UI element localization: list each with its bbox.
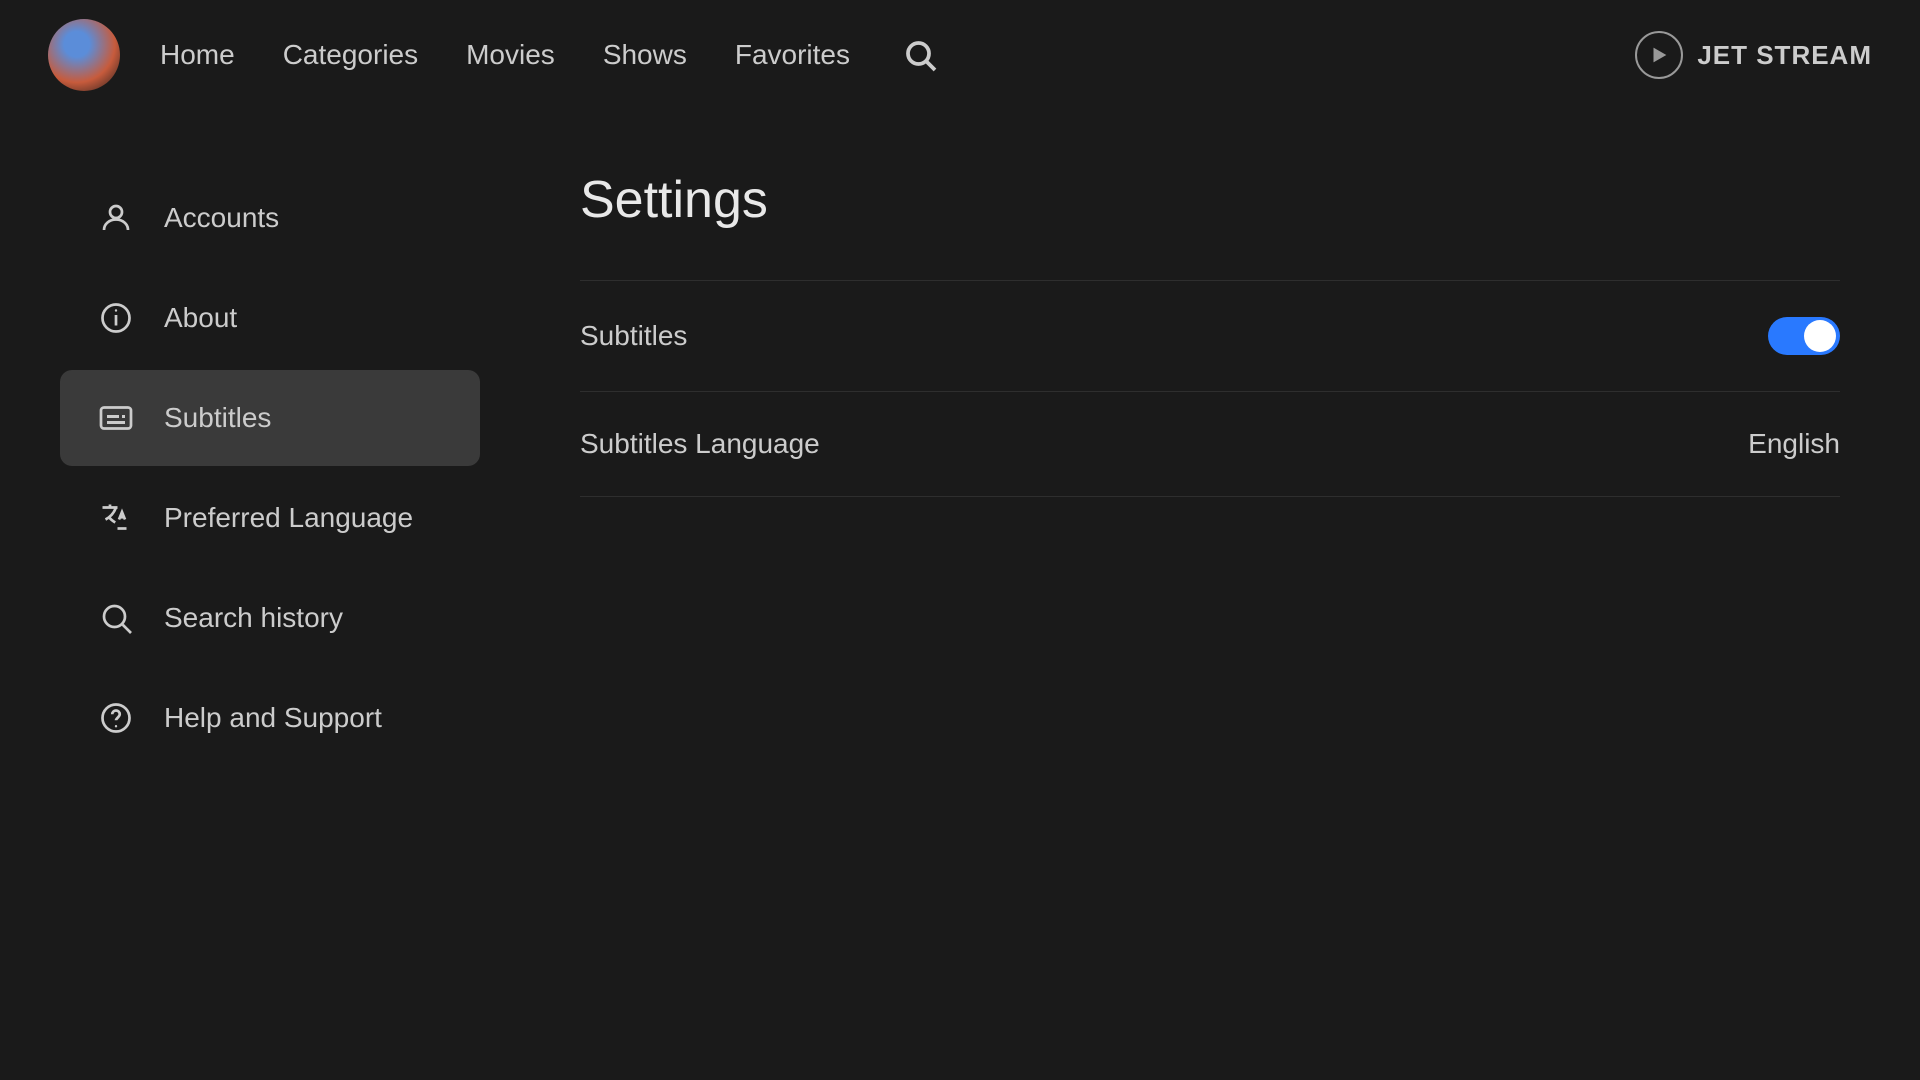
nav-shows[interactable]: Shows	[603, 39, 687, 71]
settings-panel: Settings Subtitles Subtitles Language En…	[520, 110, 1920, 1080]
avatar[interactable]	[48, 19, 120, 91]
top-navigation: Home Categories Movies Shows Favorites J…	[0, 0, 1920, 110]
brand-name: JET STREAM	[1697, 40, 1872, 71]
sidebar-item-search-history[interactable]: Search history	[60, 570, 480, 666]
sidebar-accounts-label: Accounts	[164, 202, 279, 234]
sidebar-help-support-label: Help and Support	[164, 702, 382, 734]
subtitles-language-label: Subtitles Language	[580, 428, 820, 460]
nav-favorites[interactable]: Favorites	[735, 39, 850, 71]
sidebar-about-label: About	[164, 302, 237, 334]
nav-categories[interactable]: Categories	[283, 39, 418, 71]
sidebar-preferred-language-label: Preferred Language	[164, 502, 413, 534]
play-icon	[1648, 44, 1670, 66]
subtitles-label: Subtitles	[580, 320, 687, 352]
translate-icon	[96, 498, 136, 538]
nav-movies[interactable]: Movies	[466, 39, 555, 71]
subtitles-language-value: English	[1748, 428, 1840, 460]
nav-links: Home Categories Movies Shows Favorites	[160, 33, 1635, 77]
settings-title: Settings	[580, 170, 1840, 230]
sidebar-item-preferred-language[interactable]: Preferred Language	[60, 470, 480, 566]
brand-play-icon	[1635, 31, 1683, 79]
sidebar-item-subtitles[interactable]: Subtitles	[60, 370, 480, 466]
sidebar-search-history-label: Search history	[164, 602, 343, 634]
settings-row-subtitles-language[interactable]: Subtitles Language English	[580, 392, 1840, 497]
toggle-knob	[1804, 320, 1836, 352]
user-icon	[96, 198, 136, 238]
sidebar: Accounts About Subtitles	[0, 110, 520, 1080]
help-icon	[96, 698, 136, 738]
main-content: Accounts About Subtitles	[0, 110, 1920, 1080]
sidebar-item-about[interactable]: About	[60, 270, 480, 366]
brand-area: JET STREAM	[1635, 31, 1872, 79]
search-icon	[902, 37, 938, 73]
subtitles-toggle[interactable]	[1768, 317, 1840, 355]
sidebar-item-accounts[interactable]: Accounts	[60, 170, 480, 266]
nav-home[interactable]: Home	[160, 39, 235, 71]
settings-row-subtitles: Subtitles	[580, 280, 1840, 392]
subtitles-icon	[96, 398, 136, 438]
info-icon	[96, 298, 136, 338]
search-history-icon	[96, 598, 136, 638]
search-button[interactable]	[898, 33, 942, 77]
sidebar-subtitles-label: Subtitles	[164, 402, 271, 434]
sidebar-item-help-support[interactable]: Help and Support	[60, 670, 480, 766]
